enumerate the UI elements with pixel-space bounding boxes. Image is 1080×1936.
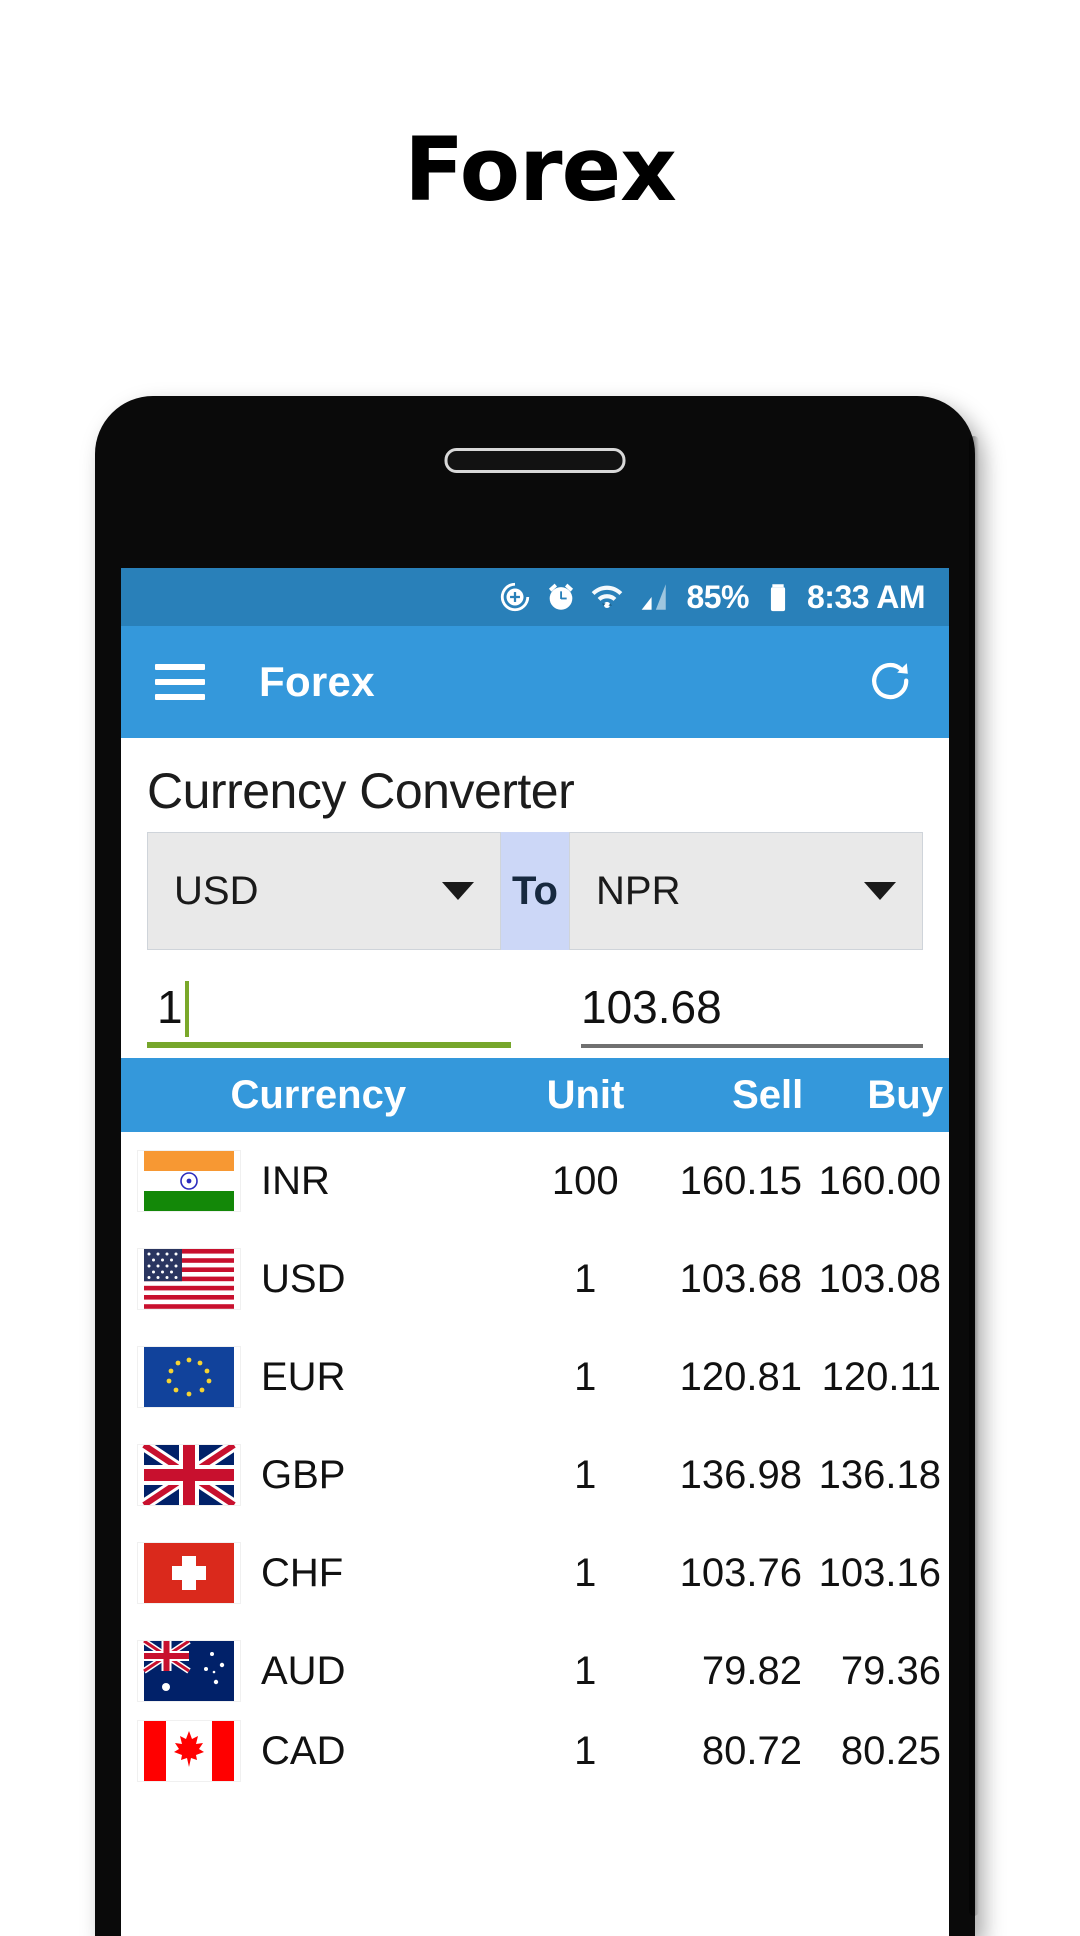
table-row[interactable]: INR 100 160.15 160.00 (121, 1132, 949, 1230)
cell-currency: AUD (123, 1640, 516, 1702)
rates-table-body: INR 100 160.15 160.00 USD 1 103.68 103.08 EUR 1 12… (121, 1132, 949, 1782)
to-amount-value: 103.68 (581, 981, 722, 1033)
currency-code: GBP (261, 1452, 346, 1497)
app-bar-title: Forex (259, 658, 375, 705)
table-row[interactable]: CHF 1 103.76 103.16 (121, 1524, 949, 1622)
status-bar: 85% 8:33 AM (121, 568, 949, 626)
cell-currency: INR (123, 1150, 516, 1212)
cell-buy: 79.36 (840, 1648, 942, 1693)
to-currency-dropdown[interactable]: NPR (569, 832, 923, 950)
cell-unit: 1 (574, 1354, 597, 1399)
cell-currency: CHF (123, 1542, 516, 1604)
canada-flag (137, 1720, 241, 1782)
cell-buy: 160.00 (818, 1158, 942, 1203)
cell-unit: 1 (574, 1728, 597, 1773)
cell-unit: 1 (574, 1452, 597, 1497)
signal-icon (642, 584, 667, 610)
currency-code: INR (261, 1158, 330, 1203)
battery-percent-label: 85% (686, 578, 749, 615)
to-amount-field[interactable]: 103.68 (535, 976, 923, 1048)
cell-currency: USD (123, 1248, 516, 1310)
cell-buy: 103.08 (818, 1256, 942, 1301)
cell-sell: 79.82 (701, 1648, 802, 1693)
from-amount-value: 1 (157, 981, 183, 1033)
phone-screen: 85% 8:33 AM Forex Currency Converter USD… (121, 568, 949, 1936)
page-title: Forex (404, 118, 677, 221)
currency-selector-row: USD To NPR (147, 832, 923, 950)
cell-sell: 160.15 (679, 1158, 802, 1203)
from-amount-field[interactable]: 1 (147, 976, 535, 1048)
chevron-down-icon (442, 882, 474, 900)
cell-currency: EUR (123, 1346, 516, 1408)
australia-flag (137, 1640, 241, 1702)
chevron-down-icon (864, 882, 896, 900)
eu-flag (137, 1346, 241, 1408)
cell-buy: 80.25 (840, 1728, 942, 1773)
from-currency-dropdown[interactable]: USD (147, 832, 501, 950)
currency-code: CHF (261, 1550, 344, 1595)
cell-sell: 80.72 (701, 1728, 802, 1773)
usa-flag (137, 1248, 241, 1310)
add-contact-icon (501, 582, 530, 612)
cell-unit: 1 (574, 1256, 597, 1301)
cell-sell: 103.76 (679, 1550, 802, 1595)
cell-sell: 136.98 (679, 1452, 802, 1497)
table-row[interactable]: CAD 1 80.72 80.25 (121, 1720, 949, 1782)
table-row[interactable]: GBP 1 136.98 136.18 (121, 1426, 949, 1524)
amount-row: 1 103.68 (147, 976, 923, 1058)
to-amount-underline (581, 1044, 923, 1048)
earpiece-speaker (444, 448, 626, 473)
from-amount-underline (147, 1042, 511, 1048)
currency-converter-panel: Currency Converter USD To NPR 1 103.68 (121, 738, 949, 1058)
text-cursor (184, 981, 189, 1037)
currency-code: AUD (261, 1648, 346, 1693)
cell-unit: 1 (574, 1550, 597, 1595)
battery-icon (770, 584, 786, 612)
cell-buy: 103.16 (818, 1550, 942, 1595)
currency-code: EUR (261, 1354, 346, 1399)
currency-code: USD (261, 1256, 346, 1301)
india-flag (137, 1150, 241, 1212)
to-label: To (501, 832, 569, 950)
uk-flag (137, 1444, 241, 1506)
cell-buy: 120.11 (821, 1354, 942, 1399)
cell-sell: 120.81 (679, 1354, 802, 1399)
from-currency-value: USD (174, 868, 259, 913)
table-row[interactable]: EUR 1 120.81 120.11 (121, 1328, 949, 1426)
converter-heading: Currency Converter (147, 763, 575, 819)
column-header-buy: Buy (867, 1072, 943, 1117)
app-bar: Forex (121, 626, 949, 738)
cell-currency: CAD (123, 1720, 516, 1782)
hamburger-menu-icon[interactable] (155, 664, 205, 700)
column-header-sell: Sell (732, 1072, 804, 1117)
alarm-icon (549, 583, 574, 610)
device-edge-shadow (969, 436, 979, 1916)
status-bar-clock: 8:33 AM (806, 578, 926, 615)
phone-device-frame: 85% 8:33 AM Forex Currency Converter USD… (95, 396, 979, 1936)
to-currency-value: NPR (596, 868, 681, 913)
cell-sell: 103.68 (679, 1256, 802, 1301)
table-row[interactable]: USD 1 103.68 103.08 (121, 1230, 949, 1328)
cell-unit: 100 (551, 1158, 619, 1203)
table-row[interactable]: AUD 1 79.82 79.36 (121, 1622, 949, 1720)
currency-code: CAD (261, 1728, 346, 1773)
refresh-icon[interactable] (867, 658, 915, 706)
cell-currency: GBP (123, 1444, 516, 1506)
swiss-flag (137, 1542, 241, 1604)
cell-buy: 136.18 (818, 1452, 942, 1497)
wifi-icon (592, 585, 623, 609)
cell-unit: 1 (574, 1648, 597, 1693)
column-header-unit: Unit (546, 1072, 625, 1117)
column-header-currency: Currency (230, 1072, 407, 1117)
rates-table-header: Currency Unit Sell Buy (121, 1058, 949, 1132)
status-bar-icons: 85% (498, 579, 795, 616)
